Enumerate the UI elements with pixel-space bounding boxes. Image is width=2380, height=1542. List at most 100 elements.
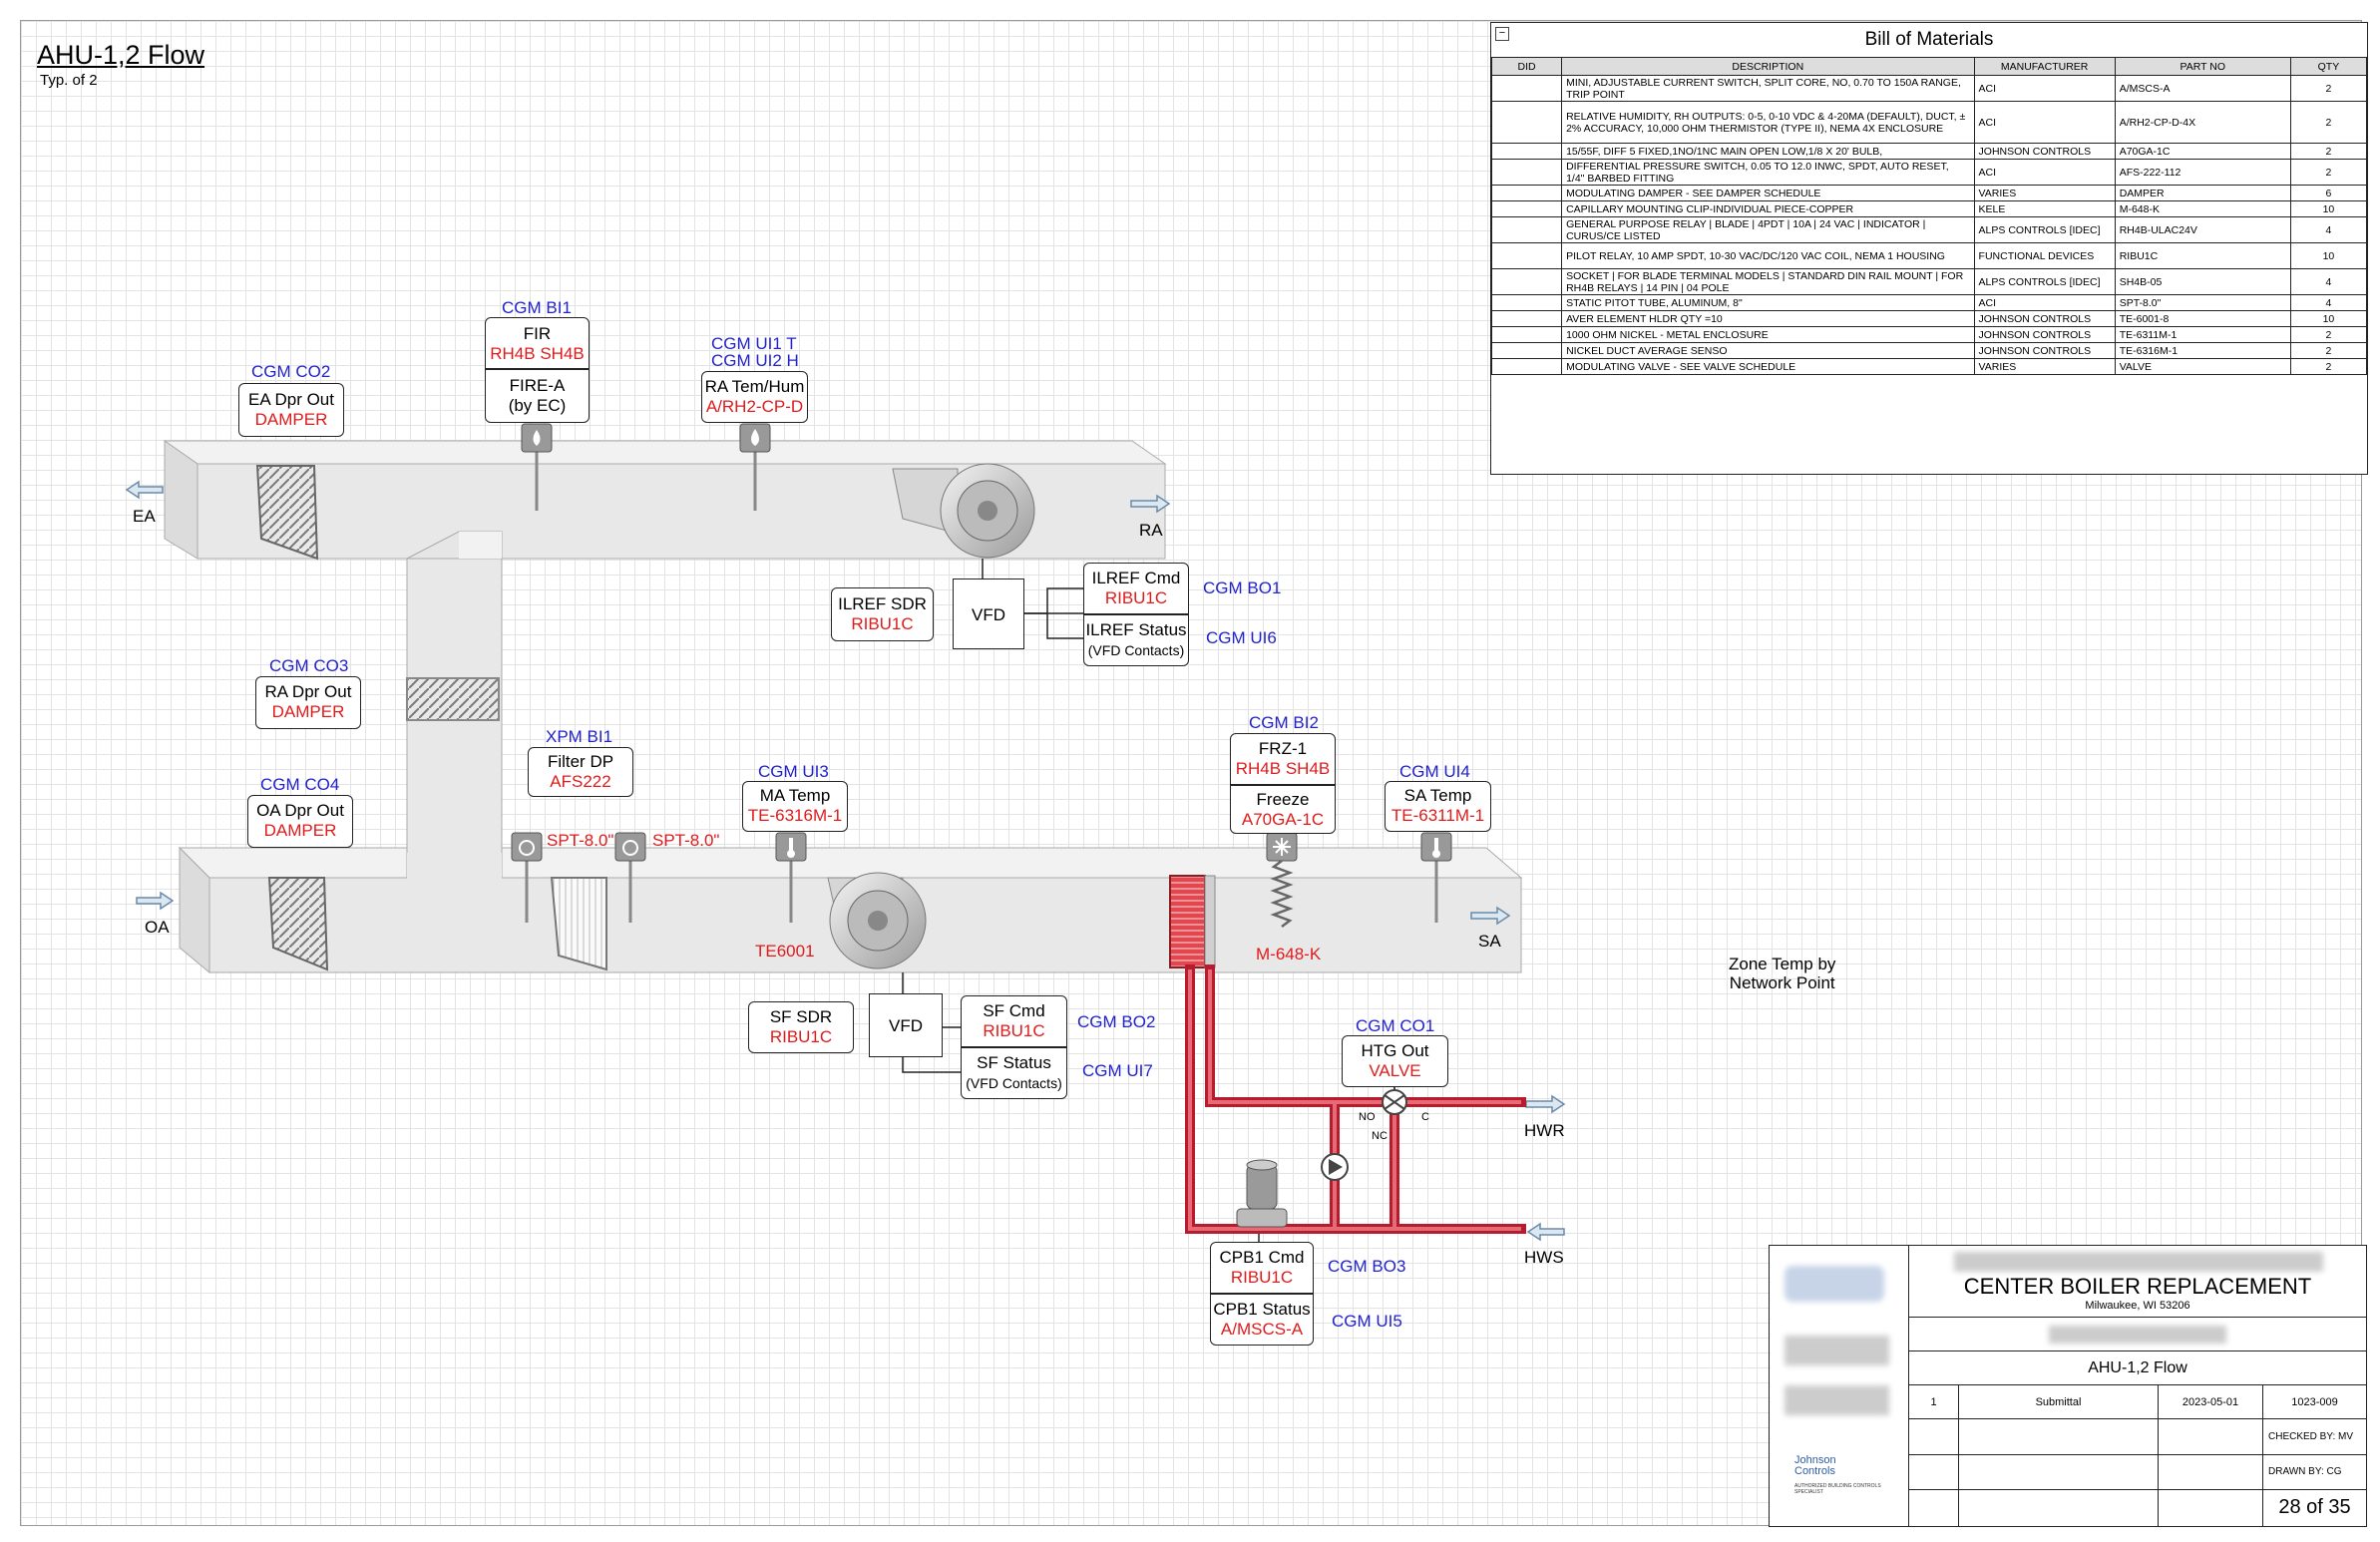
- filter-dp-point[interactable]: Filter DP AFS222: [528, 747, 633, 797]
- m648k-label: M-648-K: [1256, 945, 1322, 964]
- bom-part-no: M-648-K: [2114, 200, 2291, 217]
- bom-manufacturer: JOHNSON CONTROLS: [1973, 326, 2116, 343]
- bom-did: [1490, 268, 1563, 295]
- bom-part-no: A/MSCS-A: [2114, 75, 2291, 102]
- johnson-controls-logo: Johnson Controls AUTHORIZED BUILDING CON…: [1794, 1455, 1889, 1496]
- pitot-label-2: SPT-8.0": [652, 831, 720, 850]
- point-label: EA Dpr Out: [248, 390, 334, 409]
- freeze-stat-point[interactable]: Freeze A70GA-1C: [1230, 785, 1336, 834]
- bom-row: MINI, ADJUSTABLE CURRENT SWITCH, SPLIT C…: [1490, 75, 2368, 102]
- bom-qty: 10: [2289, 242, 2368, 269]
- bom-qty: 4: [2289, 268, 2368, 295]
- ea-label: EA: [133, 507, 156, 526]
- bom-part-no: RH4B-ULAC24V: [2114, 216, 2291, 243]
- htg-valve-point[interactable]: HTG Out VALVE: [1342, 1035, 1448, 1087]
- bom-description: MINI, ADJUSTABLE CURRENT SWITCH, SPLIT C…: [1561, 75, 1975, 102]
- bom-description: PILOT RELAY, 10 AMP SPDT, 10-30 VAC/DC/1…: [1561, 242, 1975, 269]
- tag-ra-damper: CGM CO3: [269, 656, 349, 675]
- tag-oa-damper: CGM CO4: [260, 775, 340, 794]
- tag-cpb1-status: CGM UI5: [1332, 1312, 1402, 1331]
- cpb1-status-point[interactable]: CPB1 Status A/MSCS-A: [1210, 1294, 1314, 1346]
- return-fan-vfd: VFD: [953, 578, 1024, 649]
- point-label: CPB1 Cmd: [1219, 1248, 1305, 1267]
- fire-alarm-point[interactable]: FIRE-A (by EC): [485, 369, 590, 423]
- point-part: TE-6311M-1: [1390, 806, 1485, 825]
- ilref-sdr-point[interactable]: ILREF SDR RIBU1C: [831, 587, 934, 641]
- bom-part-no: A/RH2-CP-D-4X: [2114, 101, 2291, 144]
- bom-part-no: TE-6001-8: [2114, 310, 2291, 327]
- sf-cmd-point[interactable]: SF Cmd RIBU1C: [961, 995, 1067, 1047]
- revision-number: 1: [1909, 1385, 1959, 1419]
- bom-part-no: SH4B-05: [2114, 268, 2291, 295]
- fir-relay-point[interactable]: FIR RH4B SH4B: [485, 317, 590, 369]
- ra-label: RA: [1139, 521, 1163, 540]
- ra-damper: [406, 677, 500, 721]
- tag-ilref-status: CGM UI6: [1206, 628, 1277, 647]
- point-part: A70GA-1C: [1241, 810, 1325, 829]
- point-label: RA Dpr Out: [264, 682, 352, 701]
- tag-sf-status: CGM UI7: [1082, 1061, 1153, 1080]
- ma-temp-point[interactable]: MA Temp TE-6316M-1: [742, 781, 848, 832]
- bom-did: [1490, 143, 1563, 160]
- oa-damper-point[interactable]: OA Dpr Out DAMPER: [247, 795, 353, 848]
- sf-status-point[interactable]: SF Status (VFD Contacts): [961, 1047, 1067, 1099]
- bom-qty: 2: [2289, 342, 2368, 359]
- pressure-switch-icon: [614, 832, 646, 862]
- ra-damper-point[interactable]: RA Dpr Out DAMPER: [255, 676, 361, 729]
- bom-manufacturer: ALPS CONTROLS [IDEC]: [1973, 268, 2116, 295]
- bom-manufacturer: ACI: [1973, 159, 2116, 186]
- bom-row: 15/55F, DIFF 5 FIXED,1NO/1NC MAIN OPEN L…: [1490, 143, 2368, 160]
- bom-row: RELATIVE HUMIDITY, RH OUTPUTS: 0-5, 0-10…: [1490, 101, 2368, 144]
- bom-description: 1000 OHM NICKEL - METAL ENCLOSURE: [1561, 326, 1975, 343]
- bom-qty: 2: [2289, 159, 2368, 186]
- bom-description: RELATIVE HUMIDITY, RH OUTPUTS: 0-5, 0-10…: [1561, 101, 1975, 144]
- ilref-status-point[interactable]: ILREF Status (VFD Contacts): [1083, 614, 1189, 666]
- point-part: RH4B: [1235, 759, 1282, 778]
- zone-note-line: Zone Temp by: [1729, 955, 1836, 973]
- point-label: ILREF SDR: [838, 594, 927, 613]
- bom-did: [1490, 101, 1563, 144]
- ilref-cmd-point[interactable]: ILREF Cmd RIBU1C: [1083, 563, 1189, 614]
- filter: [550, 877, 607, 971]
- tag-ea-damper: CGM CO2: [251, 362, 331, 381]
- point-note: (VFD Contacts): [966, 1075, 1062, 1091]
- company-info-blurred: [1785, 1336, 1889, 1365]
- tag-ma-temp: CGM UI3: [758, 762, 829, 781]
- bom-row: AVER ELEMENT HLDR QTY =10 JOHNSON CONTROL…: [1490, 310, 2368, 327]
- pitot-label-1: SPT-8.0": [547, 831, 614, 850]
- job-number: 1023-009: [2291, 1396, 2338, 1408]
- bom-did: [1490, 242, 1563, 269]
- frz-relay-point[interactable]: FRZ-1 RH4B SH4B: [1230, 733, 1336, 785]
- col-manufacturer: MANUFACTURER: [1973, 57, 2116, 76]
- ea-damper-point[interactable]: EA Dpr Out DAMPER: [238, 383, 344, 437]
- point-part: RIBU1C: [983, 1021, 1045, 1040]
- bom-did: [1490, 200, 1563, 217]
- thermometer-icon: [1420, 832, 1452, 862]
- cpb1-cmd-point[interactable]: CPB1 Cmd RIBU1C: [1210, 1242, 1314, 1294]
- bom-description: STATIC PITOT TUBE, ALUMINUM, 8": [1561, 294, 1975, 311]
- revision-date: 2023-05-01: [2159, 1385, 2263, 1419]
- point-part: A/RH2-CP-D: [705, 397, 804, 416]
- sf-sdr-point[interactable]: SF SDR RIBU1C: [748, 1001, 854, 1053]
- check-valve-icon: [1321, 1153, 1349, 1181]
- bom-part-no: A70GA-1C: [2114, 143, 2291, 160]
- bom-part-no: DAMPER: [2114, 185, 2291, 201]
- bom-did: [1490, 310, 1563, 327]
- pump-icon: [1236, 1159, 1288, 1228]
- bom-description: SOCKET | FOR BLADE TERMINAL MODELS | STA…: [1561, 268, 1975, 295]
- bom-row: MODULATING VALVE - SEE VALVE SCHEDULE VAR…: [1490, 358, 2368, 375]
- ra-temp-hum-point[interactable]: RA Tem/Hum A/RH2-CP-D: [701, 371, 808, 423]
- col-qty: QTY: [2289, 57, 2368, 76]
- bom-qty: 2: [2289, 143, 2368, 160]
- hws-label: HWS: [1524, 1248, 1564, 1267]
- zone-note-line: Network Point: [1729, 973, 1835, 992]
- sa-temp-point[interactable]: SA Temp TE-6311M-1: [1385, 781, 1491, 832]
- minus-box-icon[interactable]: −: [1495, 27, 1509, 41]
- point-part: DAMPER: [271, 702, 345, 721]
- bill-of-materials: − Bill of Materials DID DESCRIPTION MANUF…: [1490, 22, 2368, 475]
- bom-part-no: TE-6311M-1: [2114, 326, 2291, 343]
- bom-qty: 4: [2289, 294, 2368, 311]
- bom-part-no: AFS-222-112: [2114, 159, 2291, 186]
- bom-manufacturer: VARIES: [1973, 358, 2116, 375]
- point-label: OA Dpr Out: [256, 801, 344, 820]
